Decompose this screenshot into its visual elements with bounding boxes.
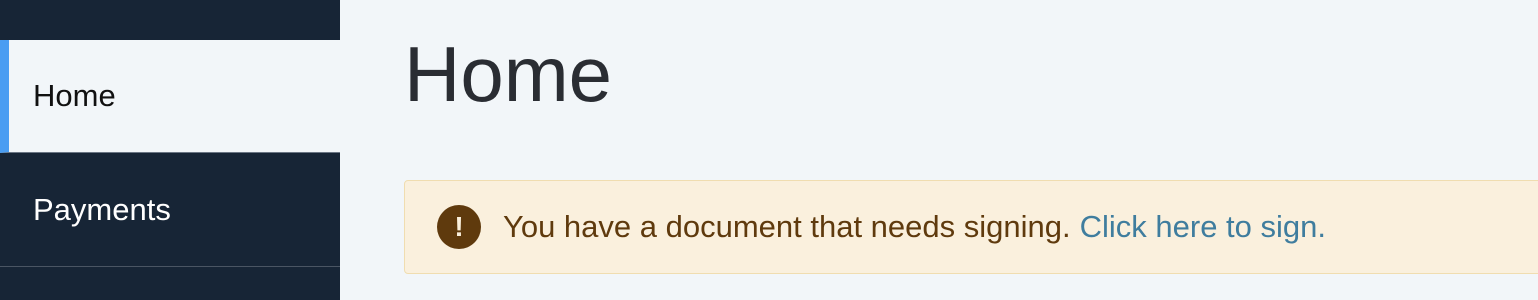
sign-document-link[interactable]: Click here to sign. — [1080, 209, 1326, 245]
page-title: Home — [404, 30, 613, 118]
sidebar-item-label: Payments — [33, 191, 171, 227]
alert-message: You have a document that needs signing. — [503, 209, 1071, 244]
sidebar-item-payments[interactable]: Payments — [0, 153, 340, 267]
sidebar-item-home[interactable]: Home — [0, 40, 340, 153]
signing-alert: ! You have a document that needs signing… — [404, 180, 1538, 274]
sidebar: Home Payments — [0, 0, 340, 300]
exclamation-circle-icon: ! — [437, 205, 481, 249]
main-content: Home ! You have a document that needs si… — [340, 0, 1538, 300]
sidebar-item-label: Home — [33, 78, 116, 113]
